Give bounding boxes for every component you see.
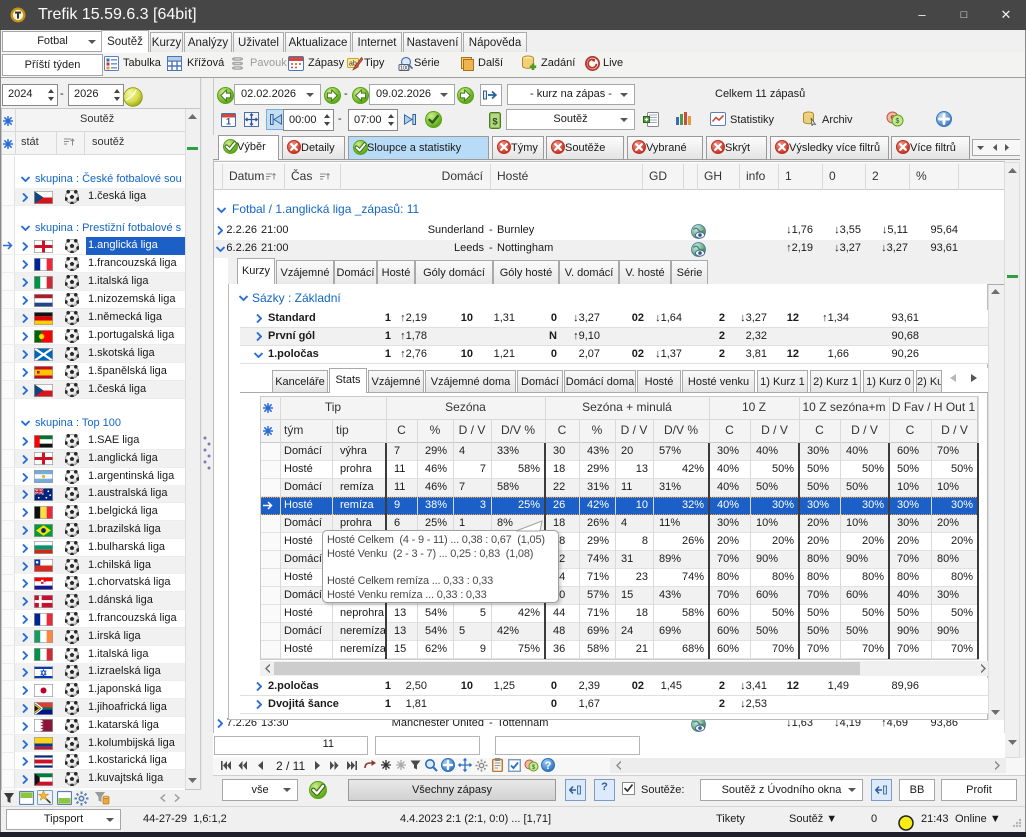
- svg-text:?: ?: [545, 760, 552, 772]
- svg-text:1: 1: [226, 117, 231, 127]
- svg-text:100: 100: [400, 66, 409, 71]
- svg-text:$: $: [896, 118, 900, 125]
- svg-text:$: $: [492, 117, 498, 128]
